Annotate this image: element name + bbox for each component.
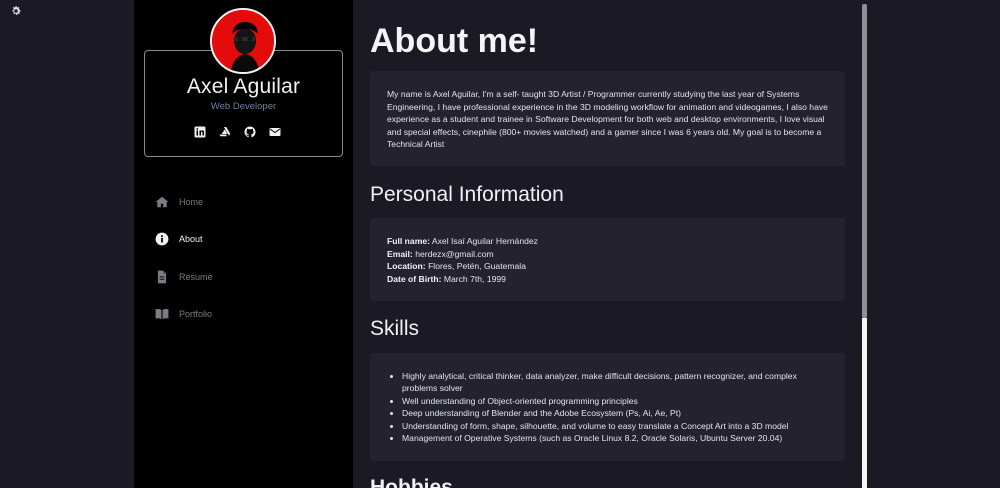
- sidebar-item-label: Resume: [179, 271, 213, 282]
- list-item: Management of Operative Systems (such as…: [402, 432, 828, 444]
- skills-list: Highly analytical, critical thinker, dat…: [387, 370, 828, 444]
- dob-row: Date of Birth: March 7th, 1999: [387, 273, 828, 286]
- dob-label: Date of Birth:: [387, 273, 442, 284]
- email-label: Email:: [387, 248, 413, 259]
- about-text: My name is Axel Aguilar, I'm a self- tau…: [387, 89, 828, 150]
- skills-heading: Skills: [370, 317, 420, 340]
- sidebar-item-home[interactable]: Home: [155, 194, 213, 209]
- gear-icon[interactable]: [10, 5, 22, 17]
- info-icon: [155, 232, 169, 246]
- location-row: Location: Flores, Petén, Guatemala: [387, 260, 828, 273]
- github-icon[interactable]: [244, 125, 256, 138]
- artstation-icon[interactable]: [219, 125, 231, 137]
- dob-value: March 7th, 1999: [443, 273, 506, 284]
- personal-info-heading: Personal Information: [370, 183, 564, 206]
- scrollbar-track-lower[interactable]: [862, 318, 867, 488]
- document-icon: [157, 270, 167, 283]
- social-links: [194, 125, 281, 138]
- sidebar-nav: Home About Resume Portfolio: [155, 194, 213, 344]
- linkedin-icon[interactable]: [194, 125, 206, 138]
- sidebar-item-resume[interactable]: Resume: [155, 269, 213, 284]
- profile-name: Axel Aguilar: [186, 75, 301, 98]
- hobbies-heading: Hobbies: [370, 476, 453, 488]
- sidebar-item-portfolio[interactable]: Portfolio: [155, 307, 213, 322]
- sidebar-item-label: Home: [179, 196, 204, 207]
- profile-role: Web Developer: [210, 101, 277, 112]
- list-item: Well understanding of Object-oriented pr…: [402, 395, 828, 407]
- sidebar-item-label: About: [179, 234, 203, 244]
- list-item: Highly analytical, critical thinker, dat…: [402, 370, 828, 395]
- list-item: Understanding of form, shape, silhouette…: [402, 420, 828, 432]
- page-title: About me!: [370, 22, 539, 60]
- book-icon: [155, 308, 169, 320]
- scrollbar-thumb[interactable]: [862, 4, 867, 318]
- home-icon: [155, 196, 169, 207]
- fullname-row: Full name: Axel Isaí Aguilar Hernández: [387, 235, 828, 248]
- fullname-value: Axel Isaí Aguilar Hernández: [431, 236, 538, 246]
- location-label: Location:: [387, 261, 426, 272]
- sidebar-item-label: Portfolio: [179, 309, 213, 319]
- personal-info-card: Full name: Axel Isaí Aguilar Hernández E…: [370, 218, 845, 301]
- skills-card: Highly analytical, critical thinker, dat…: [370, 353, 845, 461]
- location-value: Flores, Petén, Guatemala: [428, 261, 526, 272]
- avatar: [210, 8, 276, 74]
- email-row: Email: herdezx@gmail.com: [387, 248, 828, 261]
- about-card: My name is Axel Aguilar, I'm a self- tau…: [370, 71, 845, 166]
- list-item: Deep understanding of Blender and the Ad…: [402, 407, 828, 419]
- mail-icon[interactable]: [269, 125, 281, 137]
- main-content: About me! My name is Axel Aguilar, I'm a…: [353, 0, 860, 488]
- sidebar-item-about[interactable]: About: [155, 232, 213, 247]
- fullname-label: Full name:: [387, 236, 430, 246]
- email-value: herdezx@gmail.com: [415, 248, 494, 259]
